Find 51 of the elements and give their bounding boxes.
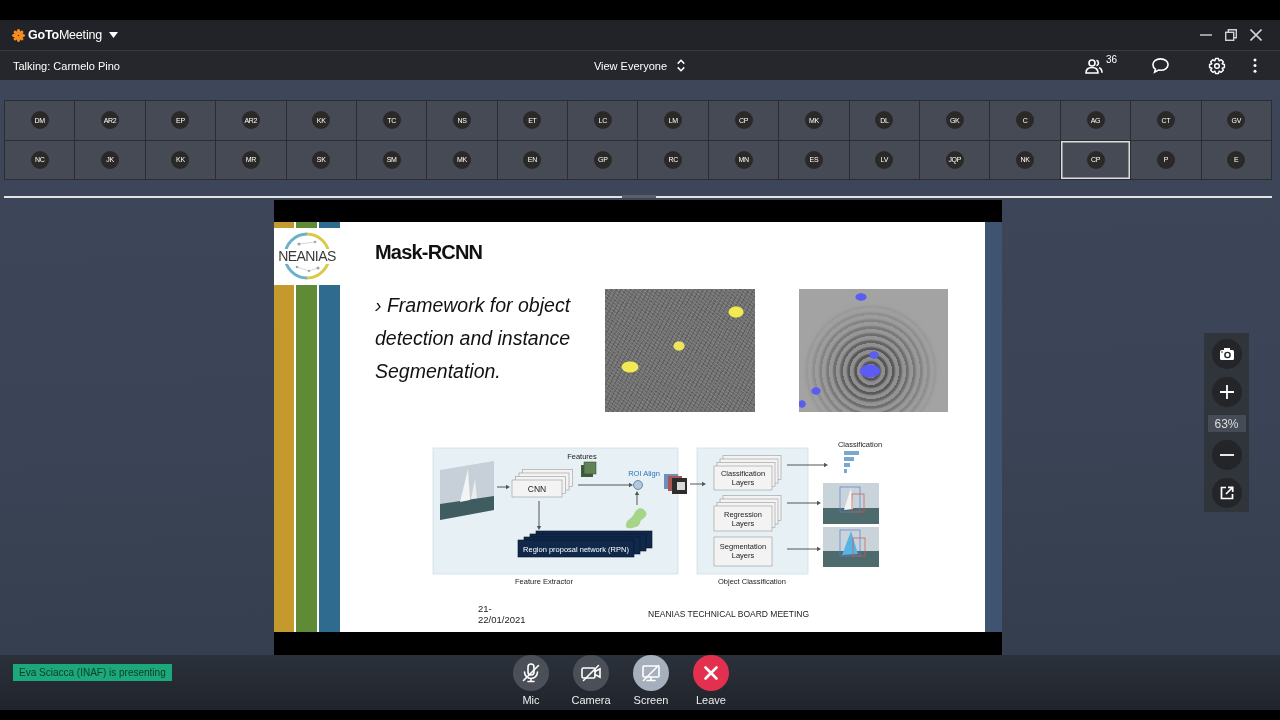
detection-output-image [823,483,879,524]
arrow [689,481,706,487]
slide-logo-text: NEANIAS [278,249,336,264]
score-bar [844,469,847,473]
arrow [634,491,640,506]
resize-handle[interactable] [622,195,656,198]
arrow [536,500,542,530]
popout-button[interactable] [1211,478,1242,508]
arrow [786,462,828,468]
score-bar [844,451,859,455]
zoom-level: 63% [1207,415,1246,432]
close-icon[interactable] [1250,29,1262,41]
sailboat-input-image [440,461,494,520]
snapshot-button[interactable] [1211,339,1242,369]
minus-icon [1211,440,1242,470]
feature-map-icon [581,461,597,477]
slide-date: 21- 22/01/2021 [478,603,526,625]
presenter-banner: Eva Sciacca (INAF) is presenting [13,664,172,681]
slide-footer: NEANIAS TECHNICAL BOARD MEETING [648,609,810,619]
participants-button[interactable]: 36 [1084,57,1117,74]
app-logo-text: GoToMeeting [28,28,102,42]
restore-icon[interactable] [1225,29,1237,41]
arrow [496,484,510,490]
zoom-in-button[interactable] [1211,377,1242,407]
camera-icon [1211,339,1242,369]
camera-button[interactable]: Camera [561,655,621,710]
segmentation-output-image [823,527,879,567]
dropdown-caret-icon[interactable] [109,32,118,38]
roi-feature-icon [664,474,687,494]
view-selector[interactable]: View Everyone [593,58,687,73]
plus-icon [1211,377,1242,407]
talking-indicator: Talking: Carmelo Pino [12,59,120,72]
arrow [786,546,821,552]
zoom-out-button[interactable] [1211,440,1242,470]
score-bar [844,457,854,461]
more-menu-icon[interactable] [1253,58,1257,73]
mask-blob-icon [625,508,647,529]
people-icon [1084,57,1103,74]
bullet-text: › Framework for object detection and instance Segmentation. [375,293,572,384]
score-bar [844,463,850,467]
flower-logo-icon [12,28,25,42]
slide-title: Mask-RCNN [375,240,483,265]
arrow [577,482,633,488]
mic-button[interactable]: Mic [501,655,561,710]
up-down-chevron-icon [676,58,687,73]
arrow [786,500,821,506]
leave-button[interactable]: Leave [681,655,741,710]
settings-icon[interactable] [1208,56,1226,75]
external-link-icon [1211,478,1242,508]
chat-icon[interactable] [1151,57,1170,74]
roi-align-node [633,480,643,490]
